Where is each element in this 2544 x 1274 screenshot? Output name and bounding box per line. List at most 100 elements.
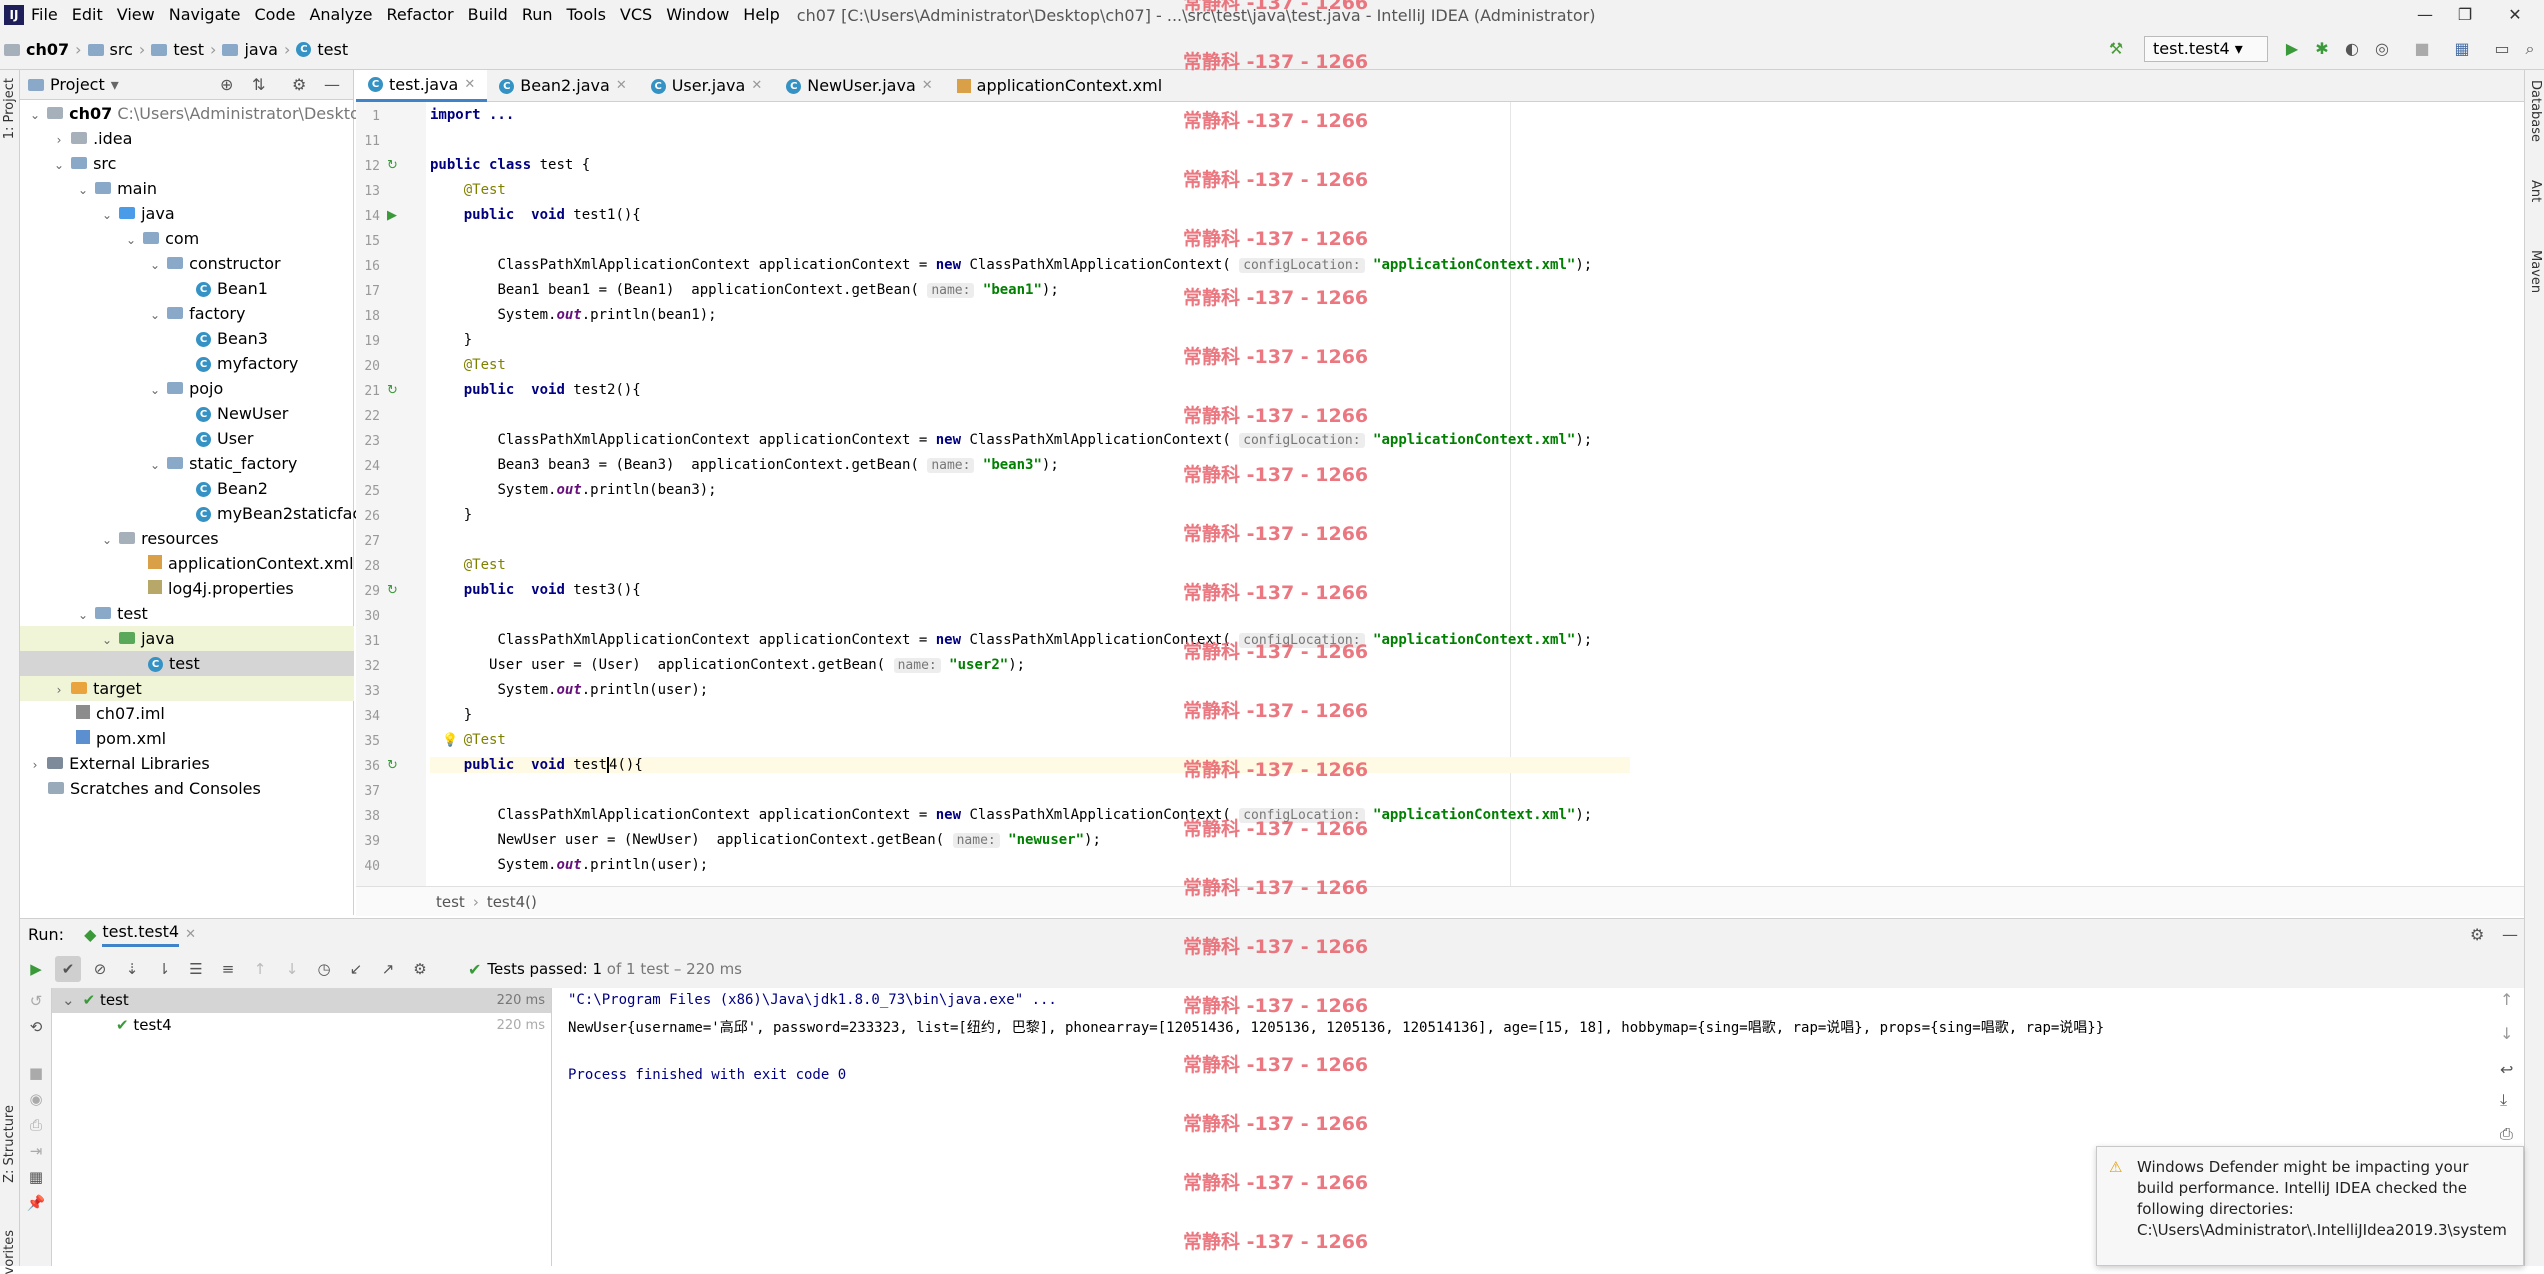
database-tool-tab[interactable]: Database	[2528, 80, 2543, 142]
breadcrumb-src[interactable]: src	[110, 40, 133, 59]
tree-item[interactable]: C User	[20, 426, 354, 451]
menu-view[interactable]: View	[110, 0, 162, 30]
tree-item[interactable]: ⌄ java	[20, 626, 354, 651]
project-view-select[interactable]: Project	[50, 75, 105, 94]
tree-item[interactable]: Cmyfactory	[20, 351, 354, 376]
collapse-all-icon[interactable]: ≡	[215, 956, 241, 982]
menu-vcs[interactable]: VCS	[613, 0, 659, 30]
sort-duration-icon[interactable]: ⇂	[151, 956, 177, 982]
print-icon[interactable]: ⎙	[2500, 1124, 2513, 1144]
breadcrumb-test-class[interactable]: test	[317, 40, 348, 59]
tree-item[interactable]: applicationContext.xml	[20, 551, 354, 576]
tree-item[interactable]: ⌄ resources	[20, 526, 354, 551]
locate-icon[interactable]: ⊕	[220, 75, 233, 94]
run-test-gutter-icon[interactable]: ↻	[387, 158, 401, 173]
run-test-gutter-icon[interactable]: ↻	[387, 583, 401, 598]
camera-icon[interactable]: ◉	[23, 1086, 49, 1112]
tab-bean2-java[interactable]: C Bean2.java ✕	[487, 70, 638, 102]
next-icon[interactable]: ↓	[279, 956, 305, 982]
export-icon[interactable]: ↗	[375, 956, 401, 982]
exit-icon[interactable]: ⇥	[23, 1138, 49, 1164]
tree-item[interactable]: ⌄ constructor	[20, 251, 354, 276]
maven-tool-tab[interactable]: Maven	[2528, 250, 2543, 293]
test-suite-row[interactable]: ⌄ ✔ test 220 ms	[52, 988, 551, 1013]
layout-grid-icon[interactable]: ▦	[23, 1164, 49, 1190]
pin-icon[interactable]: 📌	[23, 1190, 49, 1216]
prev-icon[interactable]: ↑	[247, 956, 273, 982]
scroll-down-icon[interactable]: ↓	[2500, 1024, 2513, 1043]
test-case-row[interactable]: ✔ test4 220 ms	[52, 1013, 551, 1038]
tree-item[interactable]: ch07.iml	[20, 701, 354, 726]
tree-item[interactable]: Scratches and Consoles	[20, 776, 354, 801]
close-tab-icon[interactable]: ✕	[751, 70, 762, 102]
layout-icon[interactable]: ▭	[2490, 36, 2514, 62]
show-ignored-icon[interactable]: ⊘	[87, 956, 113, 982]
run-test-gutter-icon[interactable]: ▶	[387, 208, 401, 223]
breadcrumb-java[interactable]: java	[244, 40, 278, 59]
lightbulb-icon[interactable]: 💡	[442, 733, 458, 748]
windows-defender-notification[interactable]: ⚠ Windows Defender might be impacting yo…	[2096, 1146, 2524, 1266]
stop-run-icon[interactable]: ■	[23, 1060, 49, 1086]
tree-item[interactable]: ⌄ com	[20, 226, 354, 251]
dump-threads-icon[interactable]: ⎙	[23, 1112, 49, 1138]
menu-analyze[interactable]: Analyze	[302, 0, 379, 30]
tab-test-java[interactable]: Ctest.java ✕	[356, 69, 488, 102]
tab-applicationcontext-xml[interactable]: applicationContext.xml	[945, 70, 1175, 102]
collapse-all-icon[interactable]: ⇅	[252, 75, 265, 94]
debug-icon[interactable]: ✱	[2310, 36, 2334, 62]
tab-user-java[interactable]: C User.java ✕	[639, 70, 775, 102]
tree-item[interactable]: ⌄ factory	[20, 301, 354, 326]
stop-icon[interactable]: ■	[2410, 36, 2434, 62]
toggle-icon[interactable]: ↺	[23, 988, 49, 1014]
history-icon[interactable]: ◷	[311, 956, 337, 982]
run-icon[interactable]: ▶	[2280, 36, 2304, 62]
show-passed-icon[interactable]: ✔	[55, 956, 81, 982]
tree-item[interactable]: pom.xml	[20, 726, 354, 751]
soft-wrap-icon[interactable]: ↩	[2500, 1060, 2513, 1079]
menu-refactor[interactable]: Refactor	[380, 0, 461, 30]
tab-newuser-java[interactable]: C NewUser.java ✕	[774, 70, 944, 102]
tree-item[interactable]: log4j.properties	[20, 576, 354, 601]
tree-item[interactable]: CmyBean2staticfact	[20, 501, 367, 526]
run-tab[interactable]: test.test4	[102, 922, 180, 947]
coverage-icon[interactable]: ◐	[2340, 36, 2364, 62]
project-structure-icon[interactable]: ▦	[2450, 36, 2474, 62]
rerun-icon[interactable]: ▶	[23, 956, 49, 982]
tree-item[interactable]: › target	[20, 676, 354, 701]
ant-tool-tab[interactable]: Ant	[2528, 180, 2543, 202]
close-tab-icon[interactable]: ✕	[464, 69, 475, 101]
tree-item[interactable]: ⌄ ch07 C:\Users\Administrator\Desktop\	[20, 101, 375, 126]
restore-layout-icon[interactable]: ⟲	[23, 1014, 49, 1040]
tree-item[interactable]: ⌄ pojo	[20, 376, 354, 401]
structure-tool-tab[interactable]: Z: Structure	[2, 1105, 17, 1183]
run-configuration-select[interactable]: test.test4 ▾	[2144, 36, 2268, 62]
menu-tools[interactable]: Tools	[560, 0, 613, 30]
project-tool-tab[interactable]: 1: Project	[2, 78, 17, 139]
import-icon[interactable]: ↙	[343, 956, 369, 982]
tree-item[interactable]: ⌄ static_factory	[20, 451, 354, 476]
close-icon[interactable]: ✕	[2490, 0, 2540, 30]
tree-item[interactable]: C Bean1	[20, 276, 354, 301]
tree-item[interactable]: C Bean3	[20, 326, 354, 351]
breadcrumb-ch07[interactable]: ch07	[26, 40, 69, 59]
close-tab-icon[interactable]: ✕	[922, 70, 933, 102]
tree-item[interactable]: ⌄ test	[20, 601, 354, 626]
sort-alpha-icon[interactable]: ⇣	[119, 956, 145, 982]
menu-run[interactable]: Run	[515, 0, 560, 30]
menu-file[interactable]: File	[24, 0, 65, 30]
profile-icon[interactable]: ◎	[2370, 36, 2394, 62]
menu-help[interactable]: Help	[736, 0, 786, 30]
build-hammer-icon[interactable]: ⚒	[2104, 36, 2128, 62]
favorites-tool-tab[interactable]: vorites	[2, 1230, 17, 1274]
menu-code[interactable]: Code	[248, 0, 303, 30]
close-run-tab-icon[interactable]: ✕	[185, 927, 196, 942]
hide-panel-icon[interactable]: —	[2502, 925, 2518, 944]
menu-window[interactable]: Window	[659, 0, 736, 30]
close-tab-icon[interactable]: ✕	[616, 70, 627, 102]
menu-edit[interactable]: Edit	[65, 0, 110, 30]
tree-item[interactable]: › .idea	[20, 126, 354, 151]
tree-item[interactable]: ⌄ java	[20, 201, 354, 226]
gear-icon[interactable]: ⚙	[292, 75, 306, 94]
scroll-end-icon[interactable]: ⤓	[2500, 1090, 2507, 1110]
run-test-gutter-icon[interactable]: ↻	[387, 383, 401, 398]
